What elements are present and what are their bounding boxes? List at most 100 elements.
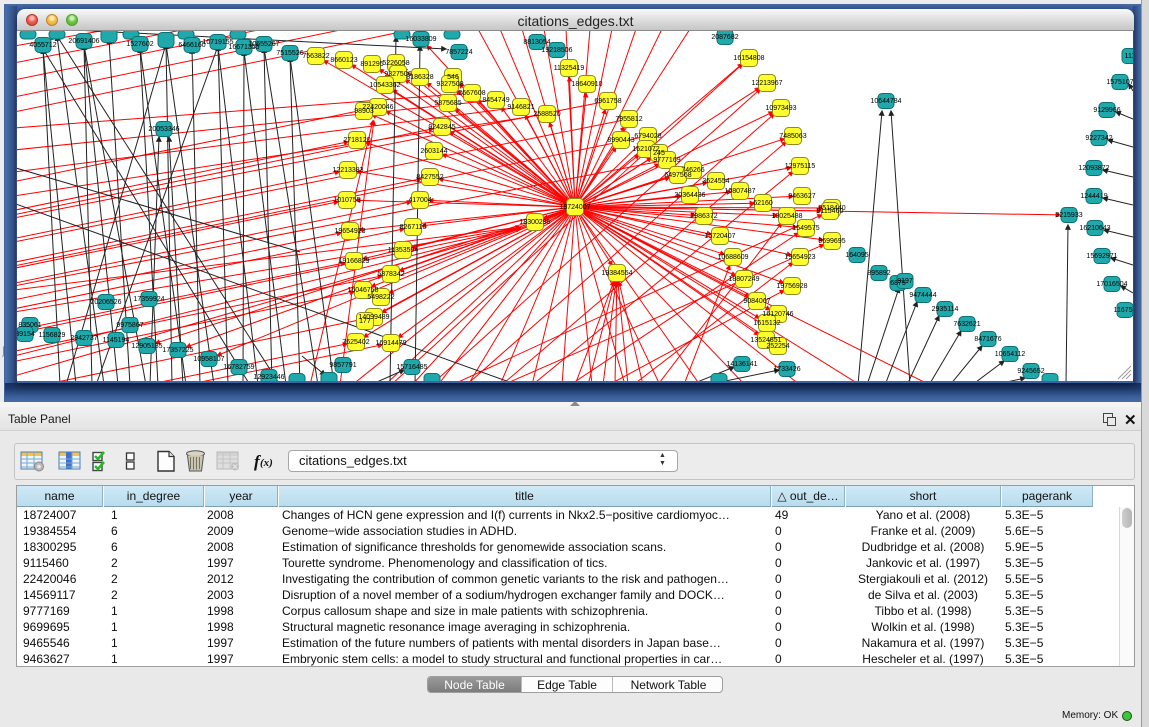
svg-text:18807249: 18807249 — [728, 276, 759, 283]
svg-text:10973493: 10973493 — [765, 105, 796, 112]
svg-text:1244419: 1244419 — [1080, 193, 1107, 200]
svg-text:895892: 895892 — [867, 270, 890, 277]
svg-text:9146821: 9146821 — [507, 104, 534, 111]
svg-text:14136141: 14136141 — [726, 361, 757, 368]
svg-text:10688609: 10688609 — [717, 254, 748, 261]
svg-text:12213383: 12213383 — [332, 167, 363, 174]
svg-text:18640910: 18640910 — [571, 81, 602, 88]
svg-text:8660123: 8660123 — [330, 57, 357, 64]
svg-text:18300295: 18300295 — [519, 219, 550, 226]
svg-text:12213967: 12213967 — [751, 80, 782, 87]
svg-text:116753: 116753 — [1114, 307, 1133, 314]
svg-text:9084067: 9084067 — [743, 298, 770, 305]
svg-text:9777169: 9777169 — [653, 157, 680, 164]
svg-text:(x): (x) — [260, 457, 273, 469]
svg-text:9129966: 9129966 — [1093, 107, 1120, 114]
svg-text:16210643: 16210643 — [1079, 225, 1110, 232]
svg-text:16046758: 16046758 — [347, 287, 378, 294]
svg-text:11325419: 11325419 — [554, 65, 585, 72]
svg-text:11353594: 11353594 — [388, 247, 419, 254]
svg-text:19654923: 19654923 — [784, 254, 815, 261]
svg-text:9975867: 9975867 — [116, 322, 143, 329]
svg-text:2087682: 2087682 — [711, 34, 738, 41]
svg-text:2935114: 2935114 — [932, 306, 959, 313]
svg-text:111: 111 — [1125, 53, 1133, 60]
svg-text:8186328: 8186328 — [406, 74, 433, 81]
svg-text:16782759: 16782759 — [223, 364, 254, 371]
svg-text:16033809: 16033809 — [405, 36, 436, 43]
svg-text:835061: 835061 — [18, 322, 41, 329]
svg-text:20364436: 20364436 — [674, 192, 705, 199]
svg-text:7625402: 7625402 — [342, 339, 369, 346]
svg-text:5875685: 5875685 — [434, 100, 461, 107]
svg-text:2667608: 2667608 — [458, 90, 485, 97]
svg-text:245: 245 — [653, 150, 665, 157]
svg-text:16120746: 16120746 — [762, 311, 793, 318]
svg-text:3215933: 3215933 — [1055, 212, 1082, 219]
svg-text:7515526: 7515526 — [276, 50, 303, 57]
svg-text:9242845: 9242845 — [428, 124, 455, 131]
svg-text:19384554: 19384554 — [601, 270, 632, 277]
svg-text:9474444: 9474444 — [909, 292, 936, 299]
svg-text:164095: 164095 — [845, 252, 868, 259]
svg-text:7955812: 7955812 — [615, 116, 642, 123]
svg-text:177: 177 — [359, 318, 371, 325]
svg-text:1527602: 1527602 — [126, 41, 153, 48]
svg-text:5226058: 5226058 — [382, 60, 409, 67]
svg-text:20206526: 20206526 — [90, 299, 121, 306]
svg-text:10543362: 10543362 — [369, 82, 400, 89]
svg-text:8990443: 8990443 — [607, 137, 634, 144]
svg-text:9463627: 9463627 — [788, 193, 815, 200]
svg-text:5878342: 5878342 — [377, 271, 404, 278]
svg-text:10654112: 10654112 — [995, 351, 1026, 358]
svg-text:2942737: 2942737 — [70, 335, 97, 342]
svg-text:1733426: 1733426 — [773, 366, 800, 373]
svg-text:3624554: 3624554 — [702, 178, 729, 185]
svg-text:9227342: 9227342 — [1085, 135, 1112, 142]
svg-text:20691406: 20691406 — [68, 38, 99, 45]
svg-text:10807487: 10807487 — [724, 188, 755, 195]
svg-text:17016504: 17016504 — [1096, 281, 1127, 288]
svg-text:7563822: 7563822 — [302, 53, 329, 60]
svg-text:9857791: 9857791 — [329, 362, 356, 369]
svg-text:8471676: 8471676 — [974, 336, 1001, 343]
svg-text:2588520: 2588520 — [533, 111, 560, 118]
svg-text:10644784: 10644784 — [870, 98, 901, 105]
svg-text:1156829: 1156829 — [39, 332, 66, 339]
svg-text:10655267: 10655267 — [248, 41, 279, 48]
svg-text:1145194: 1145194 — [103, 337, 130, 344]
svg-text:1575107: 1575107 — [1106, 79, 1133, 86]
svg-text:2718120: 2718120 — [343, 137, 370, 144]
svg-text:891295: 891295 — [360, 61, 383, 68]
svg-text:10025488: 10025488 — [771, 213, 802, 220]
svg-text:252254: 252254 — [766, 343, 789, 350]
svg-text:16914479: 16914479 — [375, 340, 406, 347]
svg-text:9327508: 9327508 — [436, 81, 463, 88]
svg-text:9115460: 9115460 — [817, 208, 844, 215]
svg-text:20053346: 20053346 — [148, 126, 179, 133]
svg-text:6794028: 6794028 — [634, 133, 661, 140]
svg-text:5498222: 5498222 — [367, 294, 394, 301]
svg-text:8454749: 8454749 — [482, 97, 509, 104]
svg-text:746266: 746266 — [681, 167, 704, 174]
svg-text:8813054: 8813054 — [523, 39, 550, 46]
svg-text:7857224: 7857224 — [445, 49, 472, 56]
svg-text:12905135: 12905135 — [131, 343, 162, 350]
svg-text:15716485: 15716485 — [396, 364, 427, 371]
svg-text:7485063: 7485063 — [779, 133, 806, 140]
svg-text:7986372: 7986372 — [690, 213, 717, 220]
svg-text:546: 546 — [447, 74, 459, 81]
svg-text:39154: 39154 — [17, 331, 35, 338]
svg-text:6961758: 6961758 — [594, 98, 621, 105]
svg-text:19654923: 19654923 — [334, 228, 365, 235]
svg-text:19218506: 19218506 — [541, 47, 572, 54]
svg-text:12923446: 12923446 — [253, 374, 284, 381]
svg-text:9245652: 9245652 — [1017, 368, 1044, 375]
svg-text:1615132: 1615132 — [753, 320, 780, 327]
svg-text:417004: 417004 — [408, 197, 431, 204]
svg-text:19166829: 19166829 — [338, 258, 369, 265]
svg-text:7632621: 7632621 — [953, 321, 980, 328]
svg-text:17357225: 17357225 — [162, 347, 193, 354]
svg-text:9699695: 9699695 — [818, 238, 845, 245]
svg-text:2603144: 2603144 — [420, 148, 447, 155]
